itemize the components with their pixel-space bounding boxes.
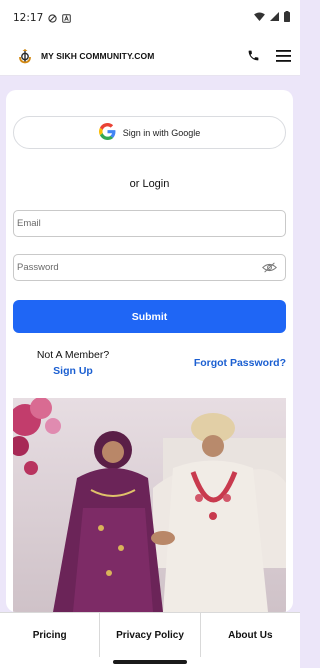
- do-not-disturb-icon: [48, 13, 57, 23]
- email-field[interactable]: [13, 210, 286, 237]
- phone-icon[interactable]: [244, 47, 262, 65]
- not-member-label: Not A Member?: [36, 349, 110, 361]
- menu-icon[interactable]: [274, 47, 292, 65]
- footer-link-about-us[interactable]: About Us: [201, 613, 300, 657]
- footer-link-privacy-policy[interactable]: Privacy Policy: [100, 613, 201, 657]
- notification-a-icon: [62, 13, 72, 23]
- google-signin-label: Sign in with Google: [122, 127, 201, 138]
- brand-name[interactable]: MY SIKH COMMUNITY.COM: [41, 51, 154, 61]
- signup-link[interactable]: Sign Up: [18, 365, 128, 377]
- signal-icon: [270, 12, 279, 24]
- footer-link-pricing[interactable]: Pricing: [0, 613, 101, 657]
- signup-prompt: Not A Member? Sign Up: [18, 349, 128, 377]
- gesture-handle[interactable]: [113, 660, 187, 664]
- google-icon: [98, 123, 116, 142]
- app-header: MY SIKH COMMUNITY.COM: [0, 36, 300, 76]
- khanda-logo-icon[interactable]: [17, 48, 33, 64]
- status-time: 12:17: [13, 12, 44, 24]
- password-field[interactable]: [13, 254, 286, 281]
- wifi-icon: [254, 12, 265, 24]
- password-input[interactable]: [17, 262, 262, 273]
- google-signin-button[interactable]: Sign in with Google: [13, 116, 286, 149]
- or-login-label: or Login: [129, 178, 170, 190]
- submit-button[interactable]: Submit: [13, 300, 286, 333]
- battery-icon: [284, 11, 290, 25]
- eye-slash-icon[interactable]: [262, 262, 277, 273]
- footer-nav: Pricing Privacy Policy About Us: [0, 612, 300, 657]
- login-card: Sign in with Google or Login Submit Not …: [6, 90, 293, 612]
- status-bar: 12:17: [0, 0, 300, 36]
- forgot-password-link[interactable]: Forgot Password?: [194, 357, 286, 369]
- couple-photo: [13, 398, 286, 612]
- email-input[interactable]: [17, 218, 277, 229]
